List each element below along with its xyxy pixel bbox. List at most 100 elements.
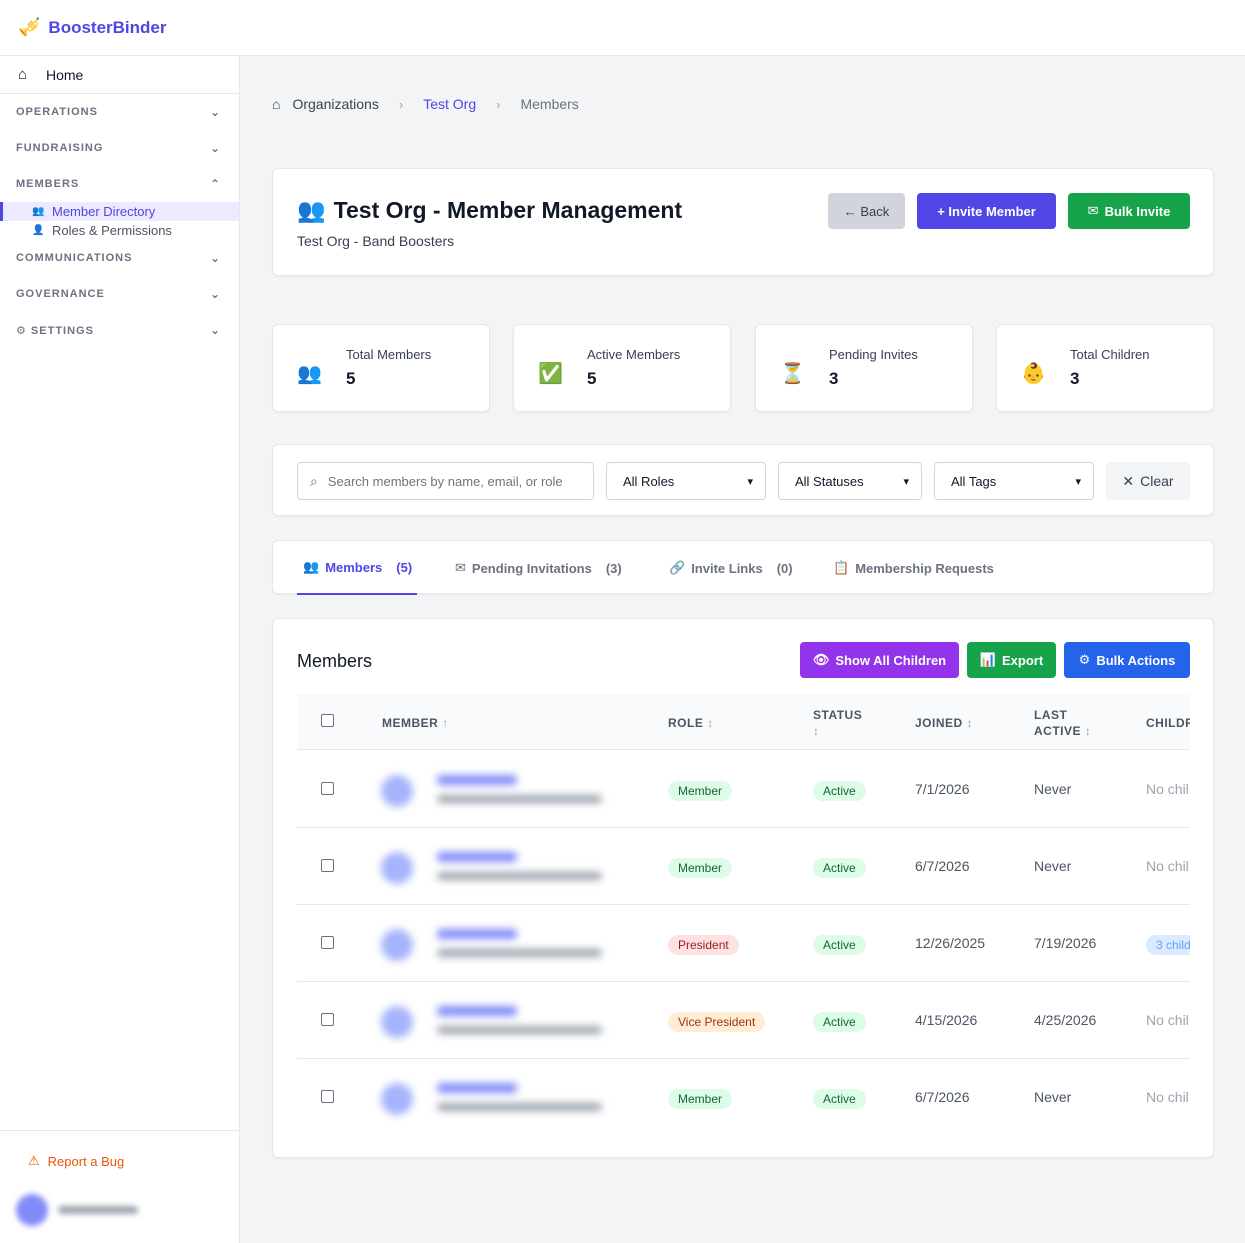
search-input[interactable]: [327, 473, 573, 489]
members-table: MEMBER ↑ ROLE ↕ STATUS ↕ JOINED ↕ LAST ACT…: [297, 694, 1190, 1139]
bulk-invite-button[interactable]: ✉ Bulk Invite: [1068, 193, 1190, 229]
row-checkbox[interactable]: [321, 1013, 334, 1026]
select-all-checkbox[interactable]: [321, 714, 334, 727]
column-member[interactable]: MEMBER ↑: [382, 715, 449, 731]
member-cell[interactable]: [381, 1002, 621, 1042]
clear-filters-button[interactable]: ✕ Clear: [1106, 462, 1190, 500]
sidebar-section-fundraising[interactable]: FUNDRAISING ⌄: [0, 130, 239, 166]
user-icon: 👤: [32, 225, 45, 236]
sidebar-item-home[interactable]: ⌂ Home: [0, 56, 239, 94]
table-row[interactable]: Vice President Active 4/15/2026 4/25/202…: [297, 982, 1190, 1059]
stat-card-active-members: ✅ Active Members 5: [513, 324, 731, 412]
table-row[interactable]: Member Active 6/7/2026 Never No chil: [297, 828, 1190, 905]
member-cell[interactable]: [381, 925, 621, 965]
stat-card-total-children: 👶 Total Children 3: [996, 324, 1214, 412]
table-row[interactable]: Member Active 6/7/2026 Never No chil: [297, 1059, 1190, 1136]
roles-select[interactable]: All Roles ▾: [606, 462, 766, 500]
last-active: Never: [1034, 858, 1072, 874]
avatar: [381, 775, 413, 807]
breadcrumb-org[interactable]: Test Org: [423, 96, 476, 112]
app-logo[interactable]: BoosterBinder: [48, 18, 166, 38]
stat-card-total-members: 👥 Total Members 5: [272, 324, 490, 412]
chevron-down-icon: ▾: [747, 475, 753, 488]
invite-member-button[interactable]: + Invite Member: [917, 193, 1056, 229]
home-icon: ⌂: [18, 66, 28, 83]
sort-icon: ↕: [966, 716, 974, 730]
page-header-card: 👥 Test Org - Member Management Test Org …: [272, 168, 1214, 276]
back-button[interactable]: ← Back: [828, 193, 905, 229]
status-badge: Active: [813, 1012, 866, 1032]
row-checkbox[interactable]: [321, 859, 334, 872]
chart-icon: 📊: [979, 652, 996, 667]
last-active: Never: [1034, 1089, 1072, 1105]
table-row[interactable]: Member Active 7/1/2026 Never No chil: [297, 751, 1190, 828]
joined-date: 12/26/2025: [915, 935, 986, 951]
tab-members[interactable]: 👥 Members (5): [297, 541, 417, 595]
tab-pending-invitations[interactable]: ✉ Pending Invitations (3): [455, 541, 622, 595]
status-badge: Active: [813, 858, 866, 878]
column-children[interactable]: CHILDR: [1146, 715, 1190, 731]
sidebar-item-roles-permissions[interactable]: 👤 Roles & Permissions: [0, 221, 239, 240]
sidebar-section-operations[interactable]: OPERATIONS ⌄: [0, 94, 239, 130]
children-cell: No chil: [1146, 781, 1189, 797]
sort-icon: ↕: [813, 724, 820, 738]
tab-invite-links[interactable]: 🔗 Invite Links (0): [669, 541, 793, 595]
children-badge[interactable]: 3 child: [1146, 935, 1190, 955]
status-badge: Active: [813, 781, 866, 801]
sort-up-icon: ↑: [442, 716, 449, 730]
sidebar: ⌂ Home OPERATIONS ⌄ FUNDRAISING ⌄ MEMBER…: [0, 56, 240, 1243]
member-cell[interactable]: [381, 771, 621, 811]
column-role[interactable]: ROLE ↕: [668, 715, 714, 731]
avatar: [16, 1194, 48, 1226]
row-checkbox[interactable]: [321, 782, 334, 795]
status-badge: Active: [813, 1089, 866, 1109]
table-row[interactable]: President Active 12/26/2025 7/19/2026 3 …: [297, 905, 1190, 982]
joined-date: 6/7/2026: [915, 858, 970, 874]
column-joined[interactable]: JOINED ↕: [915, 715, 973, 731]
chevron-down-icon: ▾: [903, 475, 909, 488]
role-badge: Member: [668, 1089, 733, 1109]
column-status[interactable]: STATUS ↕: [813, 707, 862, 739]
eye-icon: 👁: [812, 652, 830, 667]
check-icon: ✅: [538, 363, 563, 385]
chevron-up-icon: ⌃: [209, 177, 221, 191]
tab-membership-requests[interactable]: 📋 Membership Requests: [833, 541, 994, 595]
row-checkbox[interactable]: [321, 936, 334, 949]
sidebar-item-member-directory[interactable]: 👥 Member Directory: [0, 202, 239, 221]
gear-icon: ⚙: [1078, 652, 1091, 667]
chevron-right-icon: ›: [496, 96, 501, 112]
bulk-actions-button[interactable]: ⚙ Bulk Actions: [1064, 642, 1190, 678]
report-bug-link[interactable]: ⚠ Report a Bug: [28, 1153, 124, 1169]
children-cell: No chil: [1146, 1012, 1189, 1028]
sidebar-section-members[interactable]: MEMBERS ⌃: [0, 166, 239, 202]
sidebar-section-communications[interactable]: COMMUNICATIONS ⌄: [0, 240, 239, 276]
chevron-right-icon: ›: [398, 96, 404, 112]
show-all-children-button[interactable]: 👁 Show All Children: [800, 642, 959, 678]
last-active: Never: [1034, 781, 1072, 797]
page-subtitle: Test Org - Band Boosters: [297, 233, 455, 249]
export-button[interactable]: 📊 Export: [967, 642, 1056, 678]
sidebar-footer: ⚠ Report a Bug: [0, 1130, 239, 1243]
sidebar-section-governance[interactable]: GOVERNANCE ⌄: [0, 276, 239, 312]
baby-icon: 👶: [1021, 363, 1046, 385]
main-content: ⌂ Organizations › Test Org › Members 👥 T…: [240, 56, 1245, 1243]
filter-bar: ⌕ All Roles ▾ All Statuses ▾ All Tags ▾ …: [272, 444, 1214, 516]
status-select[interactable]: All Statuses ▾: [778, 462, 922, 500]
user-menu[interactable]: [16, 1193, 216, 1227]
tags-select[interactable]: All Tags ▾: [934, 462, 1094, 500]
breadcrumb-organizations[interactable]: Organizations: [292, 96, 378, 112]
member-cell[interactable]: [381, 848, 621, 888]
chevron-down-icon: ⌄: [209, 141, 221, 155]
column-last-active[interactable]: LAST ACTIVE ↕: [1034, 707, 1091, 739]
envelope-icon: ✉: [455, 560, 466, 575]
joined-date: 4/15/2026: [915, 1012, 978, 1028]
role-badge: Member: [668, 858, 733, 878]
avatar: [381, 852, 413, 884]
users-icon: 👥: [297, 363, 322, 385]
row-checkbox[interactable]: [321, 1090, 334, 1103]
role-badge: Vice President: [668, 1012, 766, 1032]
member-cell[interactable]: [381, 1079, 621, 1119]
top-bar: 🎺 BoosterBinder: [0, 0, 1245, 56]
sidebar-section-settings[interactable]: ⚙ SETTINGS ⌄: [0, 312, 239, 348]
users-icon: 👥: [297, 197, 326, 223]
